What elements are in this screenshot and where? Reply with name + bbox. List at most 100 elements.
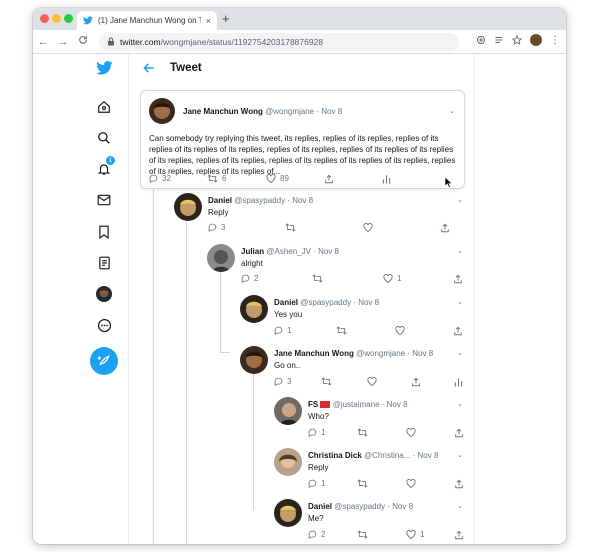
analytics-button[interactable]: [382, 174, 391, 184]
more-menu-icon[interactable]: ⋮: [550, 35, 560, 46]
home-icon[interactable]: [94, 97, 114, 117]
retweet-button[interactable]: [312, 274, 323, 283]
author-handle[interactable]: @Christina...: [364, 451, 410, 460]
retweet-button[interactable]: 6: [207, 174, 226, 183]
author-handle[interactable]: @spasypaddy: [334, 502, 385, 511]
minimize-window-button[interactable]: [52, 14, 61, 23]
chevron-down-icon[interactable]: ⌄: [457, 400, 463, 408]
retweet-button[interactable]: [357, 479, 368, 488]
like-button[interactable]: 1: [383, 274, 401, 283]
forward-button[interactable]: →: [53, 36, 73, 48]
chevron-down-icon[interactable]: ⌄: [457, 196, 463, 204]
tweet-date[interactable]: Nov 8: [412, 349, 433, 358]
reply-button[interactable]: 1: [274, 326, 291, 335]
author-name[interactable]: Jane Manchun Wong: [274, 349, 354, 358]
chevron-down-icon[interactable]: ⌄: [457, 298, 463, 306]
chevron-down-icon[interactable]: ⌄: [449, 107, 455, 115]
chevron-down-icon[interactable]: ⌄: [457, 451, 463, 459]
avatar[interactable]: [240, 346, 268, 374]
like-button[interactable]: [395, 326, 405, 335]
avatar[interactable]: [207, 244, 235, 272]
tweet-date[interactable]: Nov 8: [387, 400, 408, 409]
avatar[interactable]: [274, 499, 302, 527]
explore-search-icon[interactable]: [94, 128, 114, 148]
browser-tab[interactable]: (1) Jane Manchun Wong on Twit ×: [77, 11, 217, 30]
reply-button[interactable]: 3: [208, 223, 225, 232]
tab-close-icon[interactable]: ×: [206, 16, 211, 26]
retweet-button[interactable]: [357, 428, 368, 437]
author-name[interactable]: Julian: [241, 247, 264, 256]
like-button[interactable]: [406, 428, 416, 437]
like-button[interactable]: [367, 377, 377, 386]
avatar[interactable]: [274, 448, 302, 476]
avatar[interactable]: [174, 193, 202, 221]
retweet-button[interactable]: [285, 223, 296, 232]
avatar[interactable]: [149, 98, 175, 124]
maximize-window-button[interactable]: [64, 14, 73, 23]
star-icon: [512, 35, 522, 45]
share-button[interactable]: [454, 479, 464, 489]
main-tweet-card[interactable]: Jane Manchun Wong @wongmjane · Nov 8 ⌄ C…: [140, 90, 465, 189]
avatar[interactable]: [240, 295, 268, 323]
author-name[interactable]: Daniel: [308, 502, 332, 511]
author-handle[interactable]: @spasypaddy: [234, 196, 285, 205]
url-field[interactable]: twitter.com/wongmjane/status/11927542031…: [99, 32, 459, 51]
author-handle[interactable]: @spasypaddy: [300, 298, 351, 307]
compose-tweet-button[interactable]: [90, 347, 118, 375]
reply-button[interactable]: 1: [308, 479, 325, 488]
author-handle[interactable]: @wongmjane: [356, 349, 405, 358]
tweet-date[interactable]: Nov 8: [292, 196, 313, 205]
analytics-button[interactable]: [454, 377, 463, 387]
author-handle[interactable]: @Ashen_JV: [266, 247, 311, 256]
avatar[interactable]: [274, 397, 302, 425]
profile-avatar[interactable]: [530, 34, 542, 46]
profile-avatar-icon[interactable]: [94, 284, 114, 304]
chevron-down-icon[interactable]: ⌄: [457, 502, 463, 510]
chevron-down-icon[interactable]: ⌄: [457, 349, 463, 357]
share-button[interactable]: [440, 223, 450, 233]
like-button[interactable]: 89: [266, 174, 289, 183]
tweet-date[interactable]: Nov 8: [418, 451, 439, 460]
mouse-cursor-icon: [445, 177, 453, 188]
author-handle[interactable]: @wongmjane: [265, 107, 314, 116]
like-button[interactable]: 1: [406, 530, 424, 539]
retweet-button[interactable]: [357, 530, 368, 539]
bookmarks-icon[interactable]: [94, 222, 114, 242]
lists-icon[interactable]: [94, 253, 114, 273]
notifications-bell-icon[interactable]: 1: [94, 156, 115, 179]
tweet-date[interactable]: Nov 8: [318, 247, 339, 256]
reply-button[interactable]: 1: [308, 428, 325, 437]
share-button[interactable]: [454, 428, 464, 438]
reply-button[interactable]: 32: [149, 174, 171, 183]
like-button[interactable]: [406, 479, 416, 488]
chevron-down-icon[interactable]: ⌄: [457, 247, 463, 255]
reload-button[interactable]: [73, 35, 93, 48]
share-button[interactable]: [453, 326, 463, 336]
retweet-button[interactable]: [321, 377, 332, 386]
close-window-button[interactable]: [40, 14, 49, 23]
share-button[interactable]: [324, 174, 334, 184]
author-name[interactable]: Christina Dick: [308, 451, 362, 460]
back-arrow-icon[interactable]: [142, 61, 156, 75]
twitter-logo-icon[interactable]: [94, 58, 114, 78]
reply-button[interactable]: 2: [308, 530, 325, 539]
like-button[interactable]: [363, 223, 373, 232]
tweet-date[interactable]: Nov 8: [392, 502, 413, 511]
new-tab-button[interactable]: +: [222, 12, 230, 26]
author-name[interactable]: Jane Manchun Wong: [183, 107, 263, 116]
author-handle[interactable]: @justaimane: [333, 400, 380, 409]
author-name[interactable]: Daniel: [274, 298, 298, 307]
share-button[interactable]: [453, 274, 463, 284]
tweet-date[interactable]: Nov 8: [321, 107, 342, 116]
more-options-icon[interactable]: [94, 315, 114, 335]
author-name[interactable]: FS: [308, 400, 318, 409]
share-button[interactable]: [411, 377, 421, 387]
messages-envelope-icon[interactable]: [94, 190, 114, 210]
reply-button[interactable]: 3: [274, 377, 291, 386]
tweet-date[interactable]: Nov 8: [358, 298, 379, 307]
retweet-button[interactable]: [336, 326, 347, 335]
share-button[interactable]: [454, 530, 464, 540]
author-name[interactable]: Daniel: [208, 196, 232, 205]
back-button[interactable]: ←: [33, 36, 53, 48]
reply-button[interactable]: 2: [241, 274, 258, 283]
